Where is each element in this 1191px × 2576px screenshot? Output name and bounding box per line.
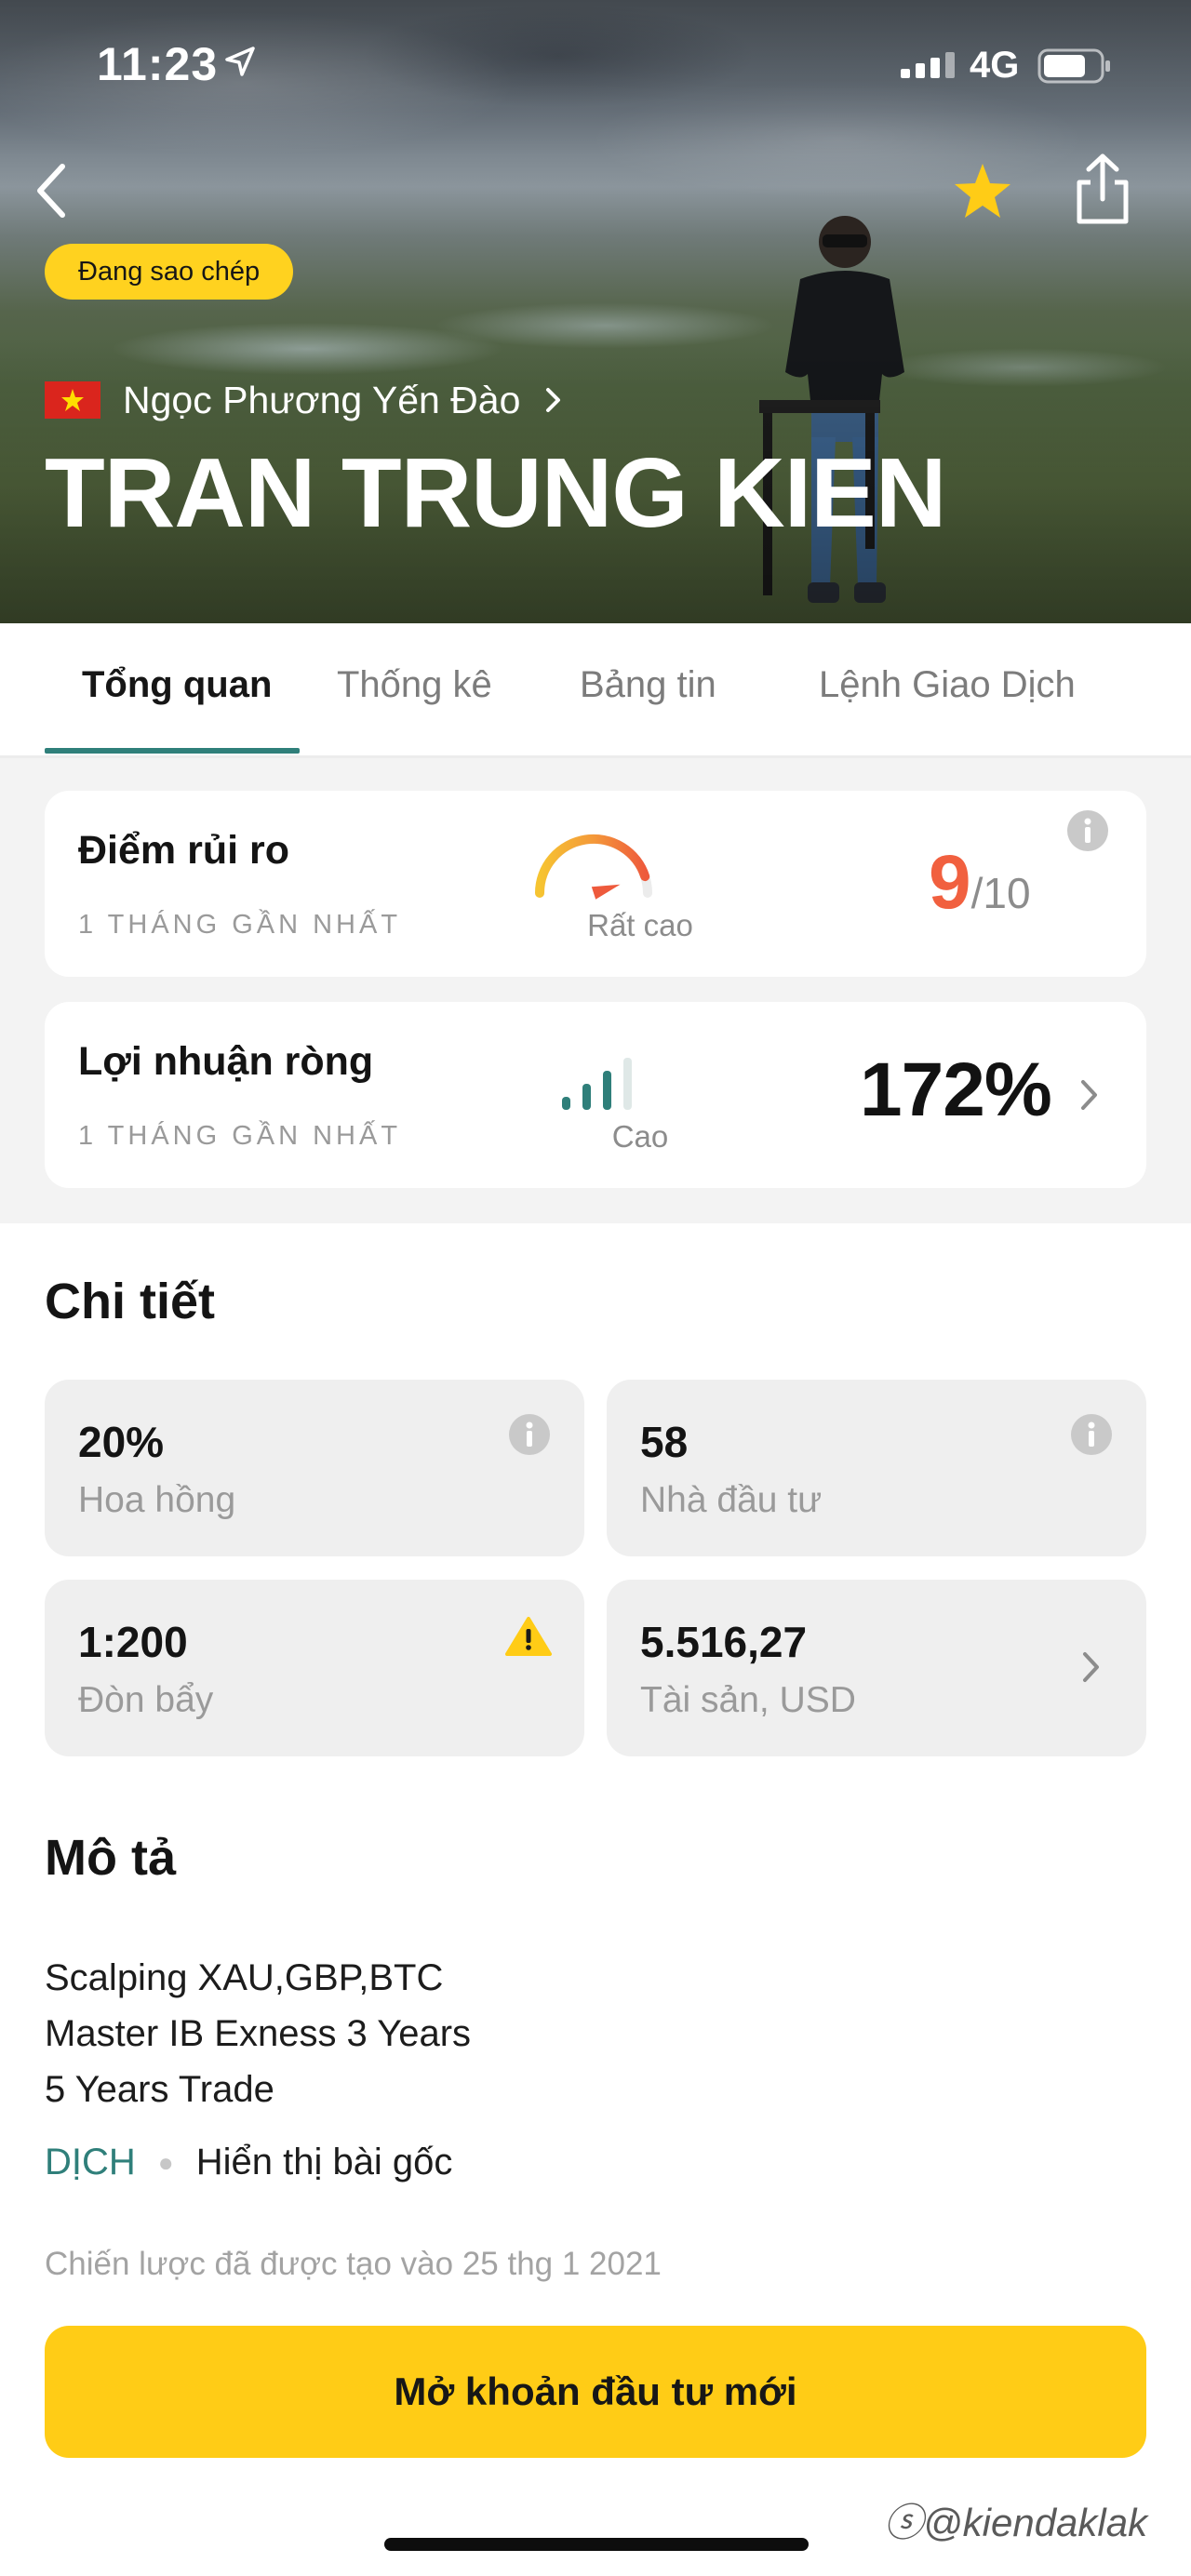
favorite-button[interactable] [947,156,1018,227]
copying-status-badge: Đang sao chép [45,244,294,300]
profit-level-bars-icon [562,1058,632,1110]
investors-label: Nhà đầu tư [640,1480,823,1520]
show-original-link[interactable]: Hiển thị bài gốc [196,2142,453,2183]
description-line: Master IB Exness 3 Years [45,2013,472,2054]
separator-dot: ● [157,2147,174,2177]
leverage-tile: 1:200 Đòn bẩy [45,1580,584,1756]
share-icon [1077,153,1129,224]
investors-value: 58 [640,1418,689,1466]
net-profit-title: Lợi nhuận ròng [78,1039,374,1084]
net-profit-card[interactable]: Lợi nhuận ròng 1 THÁNG GẦN NHẤT Cao 172% [45,1002,1146,1188]
home-indicator [384,2538,809,2551]
assets-tile[interactable]: 5.516,27 Tài sản, USD [607,1580,1146,1756]
vietnam-flag-icon [45,381,100,419]
back-button[interactable] [28,158,74,223]
location-arrow-icon [225,47,255,76]
investors-tile: 58 Nhà đầu tư [607,1380,1146,1556]
tab-bar: Tổng quan Thống kê Bảng tin Lệnh Giao Dị… [0,623,1191,758]
description-line: 5 Years Trade [45,2069,274,2110]
battery-icon [1037,48,1110,84]
chevron-right-icon [1083,1652,1099,1682]
tab-feed[interactable]: Bảng tin [580,664,716,706]
watermark-text: @kiendaklak [923,2501,1148,2544]
risk-level-label: Rất cao [587,908,693,942]
info-icon[interactable] [508,1413,551,1456]
net-profit-value: 172% [860,1048,1052,1132]
profit-level-bar [603,1071,611,1110]
risk-score-number: 9 [929,840,971,925]
tab-overview[interactable]: Tổng quan [82,664,272,706]
chevron-right-icon [1081,1080,1097,1110]
assets-value: 5.516,27 [640,1618,808,1666]
commission-label: Hoa hồng [78,1480,236,1520]
tab-statistics[interactable]: Thống kê [337,664,492,706]
risk-score-card: Điểm rủi ro 1 THÁNG GẦN NHẤT Rất cao 9/1… [45,791,1146,977]
star-icon [955,164,1010,218]
chevron-right-icon [546,388,561,412]
description-title: Mô tả [45,1830,176,1886]
profit-level-bar [582,1084,591,1110]
weibo-icon: ⓢ [884,2501,924,2544]
network-type: 4G [970,45,1020,86]
risk-score-value: 9/10 [929,839,1031,927]
profit-level-label: Cao [611,1119,669,1154]
created-date-text: Chiến lược đã được tạo vào 25 thg 1 2021 [45,2246,662,2282]
share-button[interactable] [1068,151,1137,227]
profit-level-bar [623,1058,632,1110]
status-bar: 11:23 4G [0,37,1191,93]
risk-score-title: Điểm rủi ro [78,828,289,873]
tab-trading-orders[interactable]: Lệnh Giao Dịch [819,664,1076,706]
open-investment-button[interactable]: Mở khoản đầu tư mới [45,2326,1146,2458]
risk-gauge-icon [534,834,652,900]
commission-value: 20% [78,1418,165,1466]
active-tab-indicator [45,748,300,754]
info-icon[interactable] [1066,809,1109,852]
risk-score-max: /10 [970,869,1031,917]
assets-label: Tài sản, USD [640,1680,856,1720]
strategy-title: TRAN TRUNG KIEN [45,438,946,548]
translate-link[interactable]: DỊCH [45,2142,136,2183]
translation-controls: DỊCH ● Hiển thị bài gốc [45,2142,452,2183]
watermark: ⓢ@kiendaklak [884,2491,1147,2548]
leverage-label: Đòn bẩy [78,1680,214,1720]
details-title: Chi tiết [45,1274,215,1329]
info-icon[interactable] [1070,1413,1113,1456]
profit-level-bar [562,1097,570,1110]
signal-icon [901,52,955,78]
status-time: 11:23 [97,38,219,90]
owner-link[interactable]: Ngọc Phương Yến Đào [45,374,563,426]
owner-name: Ngọc Phương Yến Đào [123,378,521,421]
commission-tile: 20% Hoa hồng [45,1380,584,1556]
risk-score-period: 1 THÁNG GẦN NHẤT [78,910,402,940]
net-profit-period: 1 THÁNG GẦN NHẤT [78,1121,402,1151]
leverage-value: 1:200 [78,1618,188,1666]
chevron-left-icon [37,164,65,218]
warning-icon[interactable] [504,1615,553,1658]
description-line: Scalping XAU,GBP,BTC [45,1957,444,1998]
